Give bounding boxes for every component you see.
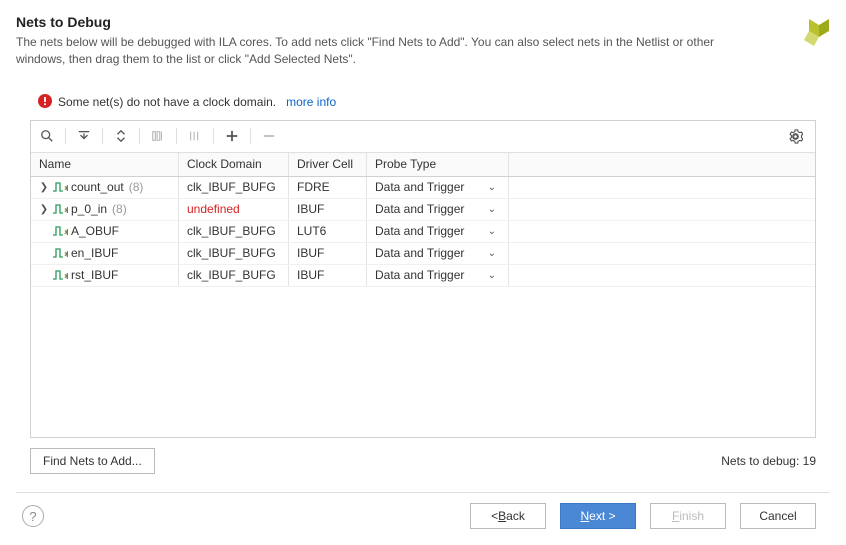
clock-domain-cell: clk_IBUF_BUFG: [179, 221, 289, 242]
divider: [16, 492, 830, 493]
table-row[interactable]: ❯ ✱ p_0_in (8) undefined IBUF Data and T…: [31, 199, 815, 221]
table-toolbar: [31, 121, 815, 153]
expand-chevron-icon[interactable]: ❯: [39, 204, 49, 215]
clock-domain-cell: clk_IBUF_BUFG: [179, 265, 289, 286]
separator: [65, 128, 66, 144]
probe-type-cell[interactable]: Data and Trigger⌄: [367, 177, 509, 198]
svg-text:✱: ✱: [64, 228, 68, 237]
separator: [102, 128, 103, 144]
net-name: p_0_in: [71, 202, 107, 216]
gear-icon[interactable]: [783, 124, 807, 148]
separator: [213, 128, 214, 144]
clock-domain-cell: undefined: [179, 199, 289, 220]
separator: [176, 128, 177, 144]
help-icon[interactable]: ?: [22, 505, 44, 527]
table-row[interactable]: ❯ ✱ rst_IBUF clk_IBUF_BUFG IBUF Data and…: [31, 265, 815, 287]
net-count: (8): [129, 180, 144, 194]
more-info-link[interactable]: more info: [286, 95, 336, 109]
page-title: Nets to Debug: [16, 14, 758, 30]
net-name: en_IBUF: [71, 246, 118, 260]
driver-cell: IBUF: [289, 199, 367, 220]
finish-button: Finish: [650, 503, 726, 529]
net-icon: ✱: [52, 181, 68, 193]
table-header: Name Clock Domain Driver Cell Probe Type: [31, 153, 815, 177]
net-icon: ✱: [52, 225, 68, 237]
warning-bar: Some net(s) do not have a clock domain. …: [16, 88, 830, 116]
driver-cell: FDRE: [289, 177, 367, 198]
separator: [139, 128, 140, 144]
chevron-down-icon[interactable]: ⌄: [488, 248, 496, 259]
find-nets-button[interactable]: Find Nets to Add...: [30, 448, 155, 474]
add-icon[interactable]: [220, 124, 244, 148]
error-icon: [38, 94, 52, 110]
chevron-down-icon[interactable]: ⌄: [488, 204, 496, 215]
filter-icon: [146, 124, 170, 148]
net-icon: ✱: [52, 269, 68, 281]
probe-type-cell[interactable]: Data and Trigger⌄: [367, 199, 509, 220]
svg-text:✱: ✱: [64, 184, 68, 193]
probe-type-cell[interactable]: Data and Trigger⌄: [367, 265, 509, 286]
table-row[interactable]: ❯ ✱ en_IBUF clk_IBUF_BUFG IBUF Data and …: [31, 243, 815, 265]
page-subtitle: The nets below will be debugged with ILA…: [16, 34, 758, 68]
column-header-clock[interactable]: Clock Domain: [179, 153, 289, 176]
svg-text:✱: ✱: [64, 206, 68, 215]
svg-text:✱: ✱: [64, 250, 68, 259]
driver-cell: IBUF: [289, 243, 367, 264]
expand-chevron-icon[interactable]: ❯: [39, 182, 49, 193]
nets-count-label: Nets to debug: 19: [721, 454, 816, 468]
clock-domain-cell: clk_IBUF_BUFG: [179, 243, 289, 264]
expand-all-icon[interactable]: [109, 124, 133, 148]
app-logo-icon: [798, 16, 830, 48]
chevron-down-icon[interactable]: ⌄: [488, 182, 496, 193]
cancel-button[interactable]: Cancel: [740, 503, 816, 529]
table-panel: Name Clock Domain Driver Cell Probe Type…: [30, 120, 816, 438]
probe-type-cell[interactable]: Data and Trigger⌄: [367, 221, 509, 242]
net-count: (8): [112, 202, 127, 216]
column-header-name[interactable]: Name: [31, 153, 179, 176]
column-header-probe[interactable]: Probe Type: [367, 153, 509, 176]
net-name: count_out: [71, 180, 124, 194]
chevron-down-icon[interactable]: ⌄: [488, 270, 496, 281]
svg-text:✱: ✱: [64, 272, 68, 281]
table-row[interactable]: ❯ ✱ A_OBUF clk_IBUF_BUFG LUT6 Data and T…: [31, 221, 815, 243]
driver-cell: IBUF: [289, 265, 367, 286]
chevron-down-icon[interactable]: ⌄: [488, 226, 496, 237]
column-header-driver[interactable]: Driver Cell: [289, 153, 367, 176]
next-button[interactable]: Next >: [560, 503, 636, 529]
columns-icon: [183, 124, 207, 148]
driver-cell: LUT6: [289, 221, 367, 242]
remove-icon: [257, 124, 281, 148]
table-body: ❯ ✱ count_out (8) clk_IBUF_BUFG FDRE Dat…: [31, 177, 815, 437]
separator: [250, 128, 251, 144]
probe-type-cell[interactable]: Data and Trigger⌄: [367, 243, 509, 264]
net-name: A_OBUF: [71, 224, 119, 238]
table-row[interactable]: ❯ ✱ count_out (8) clk_IBUF_BUFG FDRE Dat…: [31, 177, 815, 199]
clock-domain-cell: clk_IBUF_BUFG: [179, 177, 289, 198]
net-icon: ✱: [52, 247, 68, 259]
warning-text: Some net(s) do not have a clock domain.: [58, 95, 276, 109]
search-icon[interactable]: [35, 124, 59, 148]
net-name: rst_IBUF: [71, 268, 118, 282]
net-icon: ✱: [52, 203, 68, 215]
collapse-all-icon[interactable]: [72, 124, 96, 148]
back-button[interactable]: < Back: [470, 503, 546, 529]
